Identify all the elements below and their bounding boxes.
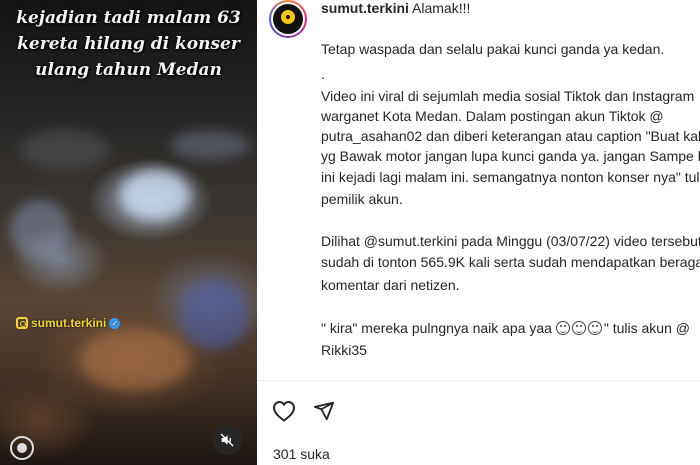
caption-text: " tulis akun @ <box>603 320 690 336</box>
share-button[interactable] <box>310 397 338 425</box>
laughing-emoji-icon <box>571 321 586 335</box>
caption-line: Tetap waspada dan selalu pakai kunci gan… <box>321 41 665 57</box>
caption-line: Rikki35 <box>321 342 367 358</box>
speaker-muted-icon <box>220 433 234 447</box>
video-blur <box>120 170 190 220</box>
caption-line: pemilik akun. <box>321 191 403 207</box>
caption-line-with-emoji: " kira" mereka pulngnya naik apa yaa " t… <box>321 318 690 338</box>
divider <box>257 380 700 381</box>
caption-line: Video ini viral di sejumlah media sosial… <box>321 88 695 104</box>
video-blur <box>80 330 190 390</box>
caption-line: komentar dari netizen. <box>321 277 460 293</box>
likes-count[interactable]: 301 suka <box>273 446 330 462</box>
caption-first-text: Alamak!!! <box>412 0 471 16</box>
video-caption-line-2: kereta hilang di konser <box>17 34 240 54</box>
video-blur <box>170 130 250 160</box>
video-watermark: sumut.terkini ✓ <box>16 316 121 330</box>
post-caption-line: sumut.terkini Alamak!!! <box>321 0 470 18</box>
laughing-emoji-icon <box>587 321 602 335</box>
caption-line: warganet Kota Medan. Dalam postingan aku… <box>321 108 664 124</box>
video-caption-line-1: kejadian tadi malam 63 <box>16 8 241 28</box>
laughing-emoji-icon <box>555 321 570 335</box>
caption-line: Dilihat @sumut.terkini pada Minggu (03/0… <box>321 233 700 249</box>
post-panel: sumut.terkini Alamak!!! Tetap waspada da… <box>257 0 700 465</box>
video-player[interactable]: kejadian tadi malam 63 kereta hilang di … <box>0 0 257 465</box>
caption-line: . <box>321 66 325 82</box>
caption-line: putra_asahan02 dan diberi keterangan ata… <box>321 128 700 144</box>
tagged-people-icon[interactable] <box>10 436 34 460</box>
video-blur <box>20 130 110 170</box>
instagram-icon <box>16 317 28 329</box>
watermark-text: sumut.terkini <box>31 316 107 330</box>
mute-button[interactable] <box>212 425 242 455</box>
heart-icon <box>272 400 296 422</box>
avatar[interactable] <box>269 0 307 38</box>
caption-line: sudah di tonton 565.9K kali serta sudah … <box>321 254 700 270</box>
verified-icon: ✓ <box>109 317 121 329</box>
video-blur <box>180 280 250 350</box>
account-logo <box>273 4 303 34</box>
username-link[interactable]: sumut.terkini <box>321 0 409 16</box>
caption-line: yg Bawak motor jangan lupa kunci ganda y… <box>321 148 700 164</box>
like-button[interactable] <box>270 397 298 425</box>
caption-line: ini kejadi lagi malam ini. semangatnya n… <box>321 169 700 185</box>
video-caption-line-3: ulang tahun Medan <box>35 60 222 80</box>
video-blur <box>10 200 70 260</box>
send-icon <box>313 401 335 421</box>
caption-text: " kira" mereka pulngnya naik apa yaa <box>321 320 552 336</box>
